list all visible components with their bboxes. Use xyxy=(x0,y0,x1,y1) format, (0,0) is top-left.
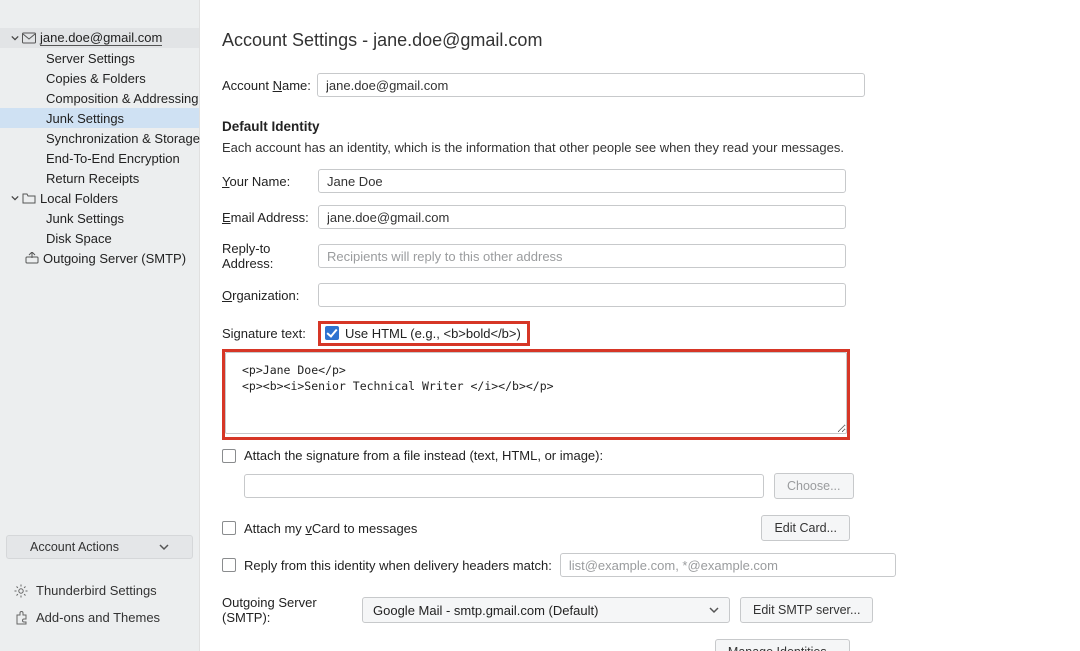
sidebar-item-junk[interactable]: Junk Settings xyxy=(0,108,199,128)
edit-smtp-button[interactable]: Edit SMTP server... xyxy=(740,597,873,623)
attach-file-row: Attach the signature from a file instead… xyxy=(222,448,1080,463)
attach-vcard-label: Attach my vCard to messages xyxy=(244,521,417,536)
sidebar-item-composition[interactable]: Composition & Addressing xyxy=(0,88,199,108)
use-html-label: Use HTML (e.g., <b>bold</b>) xyxy=(345,326,521,341)
chevron-down-icon xyxy=(709,606,719,614)
reply-match-checkbox[interactable] xyxy=(222,558,236,572)
outbox-icon xyxy=(25,252,39,264)
smtp-label: Outgoing Server (SMTP): xyxy=(222,595,352,625)
mail-account-icon xyxy=(22,32,36,44)
local-folders-row[interactable]: Local Folders xyxy=(0,188,199,208)
gear-icon xyxy=(14,584,28,598)
signature-label: Signature text: xyxy=(222,326,318,341)
local-folders-label: Local Folders xyxy=(40,191,118,206)
reply-match-row: Reply from this identity when delivery h… xyxy=(222,553,1080,577)
smtp-select[interactable]: Google Mail - smtp.gmail.com (Default) xyxy=(362,597,730,623)
identity-description: Each account has an identity, which is t… xyxy=(222,140,1080,155)
file-chooser-row: Choose... xyxy=(244,473,1080,499)
account-actions-label: Account Actions xyxy=(30,540,119,554)
reply-to-label: Reply-to Address: xyxy=(222,241,318,271)
thunderbird-settings-link[interactable]: Thunderbird Settings xyxy=(6,577,193,604)
puzzle-icon xyxy=(14,611,28,625)
use-html-checkbox[interactable] xyxy=(325,326,339,340)
account-name-input[interactable] xyxy=(317,73,865,97)
outgoing-label: Outgoing Server (SMTP) xyxy=(43,251,186,266)
signature-row: Signature text: Use HTML (e.g., <b>bold<… xyxy=(222,319,1080,347)
addons-label: Add-ons and Themes xyxy=(36,610,160,625)
choose-button: Choose... xyxy=(774,473,854,499)
email-label: Email Address: xyxy=(222,210,318,225)
your-name-label: Your Name: xyxy=(222,174,318,189)
outgoing-smtp-row[interactable]: Outgoing Server (SMTP) xyxy=(0,248,199,268)
manage-identities-button[interactable]: Manage Identities... xyxy=(715,639,850,651)
signature-file-input xyxy=(244,474,764,498)
reply-to-row: Reply-to Address: xyxy=(222,241,1080,271)
sidebar-item-sync[interactable]: Synchronization & Storage xyxy=(0,128,199,148)
chevron-down-icon xyxy=(159,543,169,551)
reply-match-label: Reply from this identity when delivery h… xyxy=(244,558,552,573)
folder-icon xyxy=(22,192,36,204)
sidebar-item-server-settings[interactable]: Server Settings xyxy=(0,48,199,68)
thunderbird-settings-label: Thunderbird Settings xyxy=(36,583,157,598)
reply-to-input[interactable] xyxy=(318,244,846,268)
sidebar-item-lf-disk[interactable]: Disk Space xyxy=(0,228,199,248)
account-row[interactable]: jane.doe@gmail.com xyxy=(0,28,199,48)
email-input[interactable] xyxy=(318,205,846,229)
sidebar-bottom: Account Actions Thunderbird Settings Add… xyxy=(0,529,199,651)
main-content: Account Settings - jane.doe@gmail.com Ac… xyxy=(200,0,1080,651)
vcard-row: Attach my vCard to messages Edit Card... xyxy=(222,515,850,541)
email-row: Email Address: xyxy=(222,205,1080,229)
chevron-down-icon xyxy=(10,34,20,42)
edit-card-button[interactable]: Edit Card... xyxy=(761,515,850,541)
attach-file-checkbox[interactable] xyxy=(222,449,236,463)
smtp-row: Outgoing Server (SMTP): Google Mail - sm… xyxy=(222,595,1080,625)
sidebar-item-e2e[interactable]: End-To-End Encryption xyxy=(0,148,199,168)
signature-highlight xyxy=(222,349,850,440)
account-tree: jane.doe@gmail.com Server Settings Copie… xyxy=(0,0,199,529)
attach-vcard-checkbox[interactable] xyxy=(222,521,236,535)
page-title: Account Settings - jane.doe@gmail.com xyxy=(222,30,1080,51)
manage-identities-row: Manage Identities... xyxy=(222,639,850,651)
organization-label: Organization: xyxy=(222,288,318,303)
sidebar-item-return-receipts[interactable]: Return Receipts xyxy=(0,168,199,188)
attach-file-label: Attach the signature from a file instead… xyxy=(244,448,603,463)
account-name-row: Account Name: xyxy=(222,73,1080,97)
use-html-highlight: Use HTML (e.g., <b>bold</b>) xyxy=(318,321,530,346)
your-name-input[interactable] xyxy=(318,169,846,193)
sidebar-item-copies-folders[interactable]: Copies & Folders xyxy=(0,68,199,88)
chevron-down-icon xyxy=(10,194,20,202)
organization-input[interactable] xyxy=(318,283,846,307)
default-identity-heading: Default Identity xyxy=(222,119,1080,134)
signature-textarea[interactable] xyxy=(225,352,847,434)
your-name-row: Your Name: xyxy=(222,169,1080,193)
account-label: jane.doe@gmail.com xyxy=(40,30,162,46)
organization-row: Organization: xyxy=(222,283,1080,307)
sidebar-item-lf-junk[interactable]: Junk Settings xyxy=(0,208,199,228)
smtp-value: Google Mail - smtp.gmail.com (Default) xyxy=(373,603,598,618)
addons-link[interactable]: Add-ons and Themes xyxy=(6,604,193,631)
account-name-label: Account Name: xyxy=(222,78,317,93)
account-actions-button[interactable]: Account Actions xyxy=(6,535,193,559)
sidebar: jane.doe@gmail.com Server Settings Copie… xyxy=(0,0,200,651)
reply-match-input[interactable] xyxy=(560,553,896,577)
